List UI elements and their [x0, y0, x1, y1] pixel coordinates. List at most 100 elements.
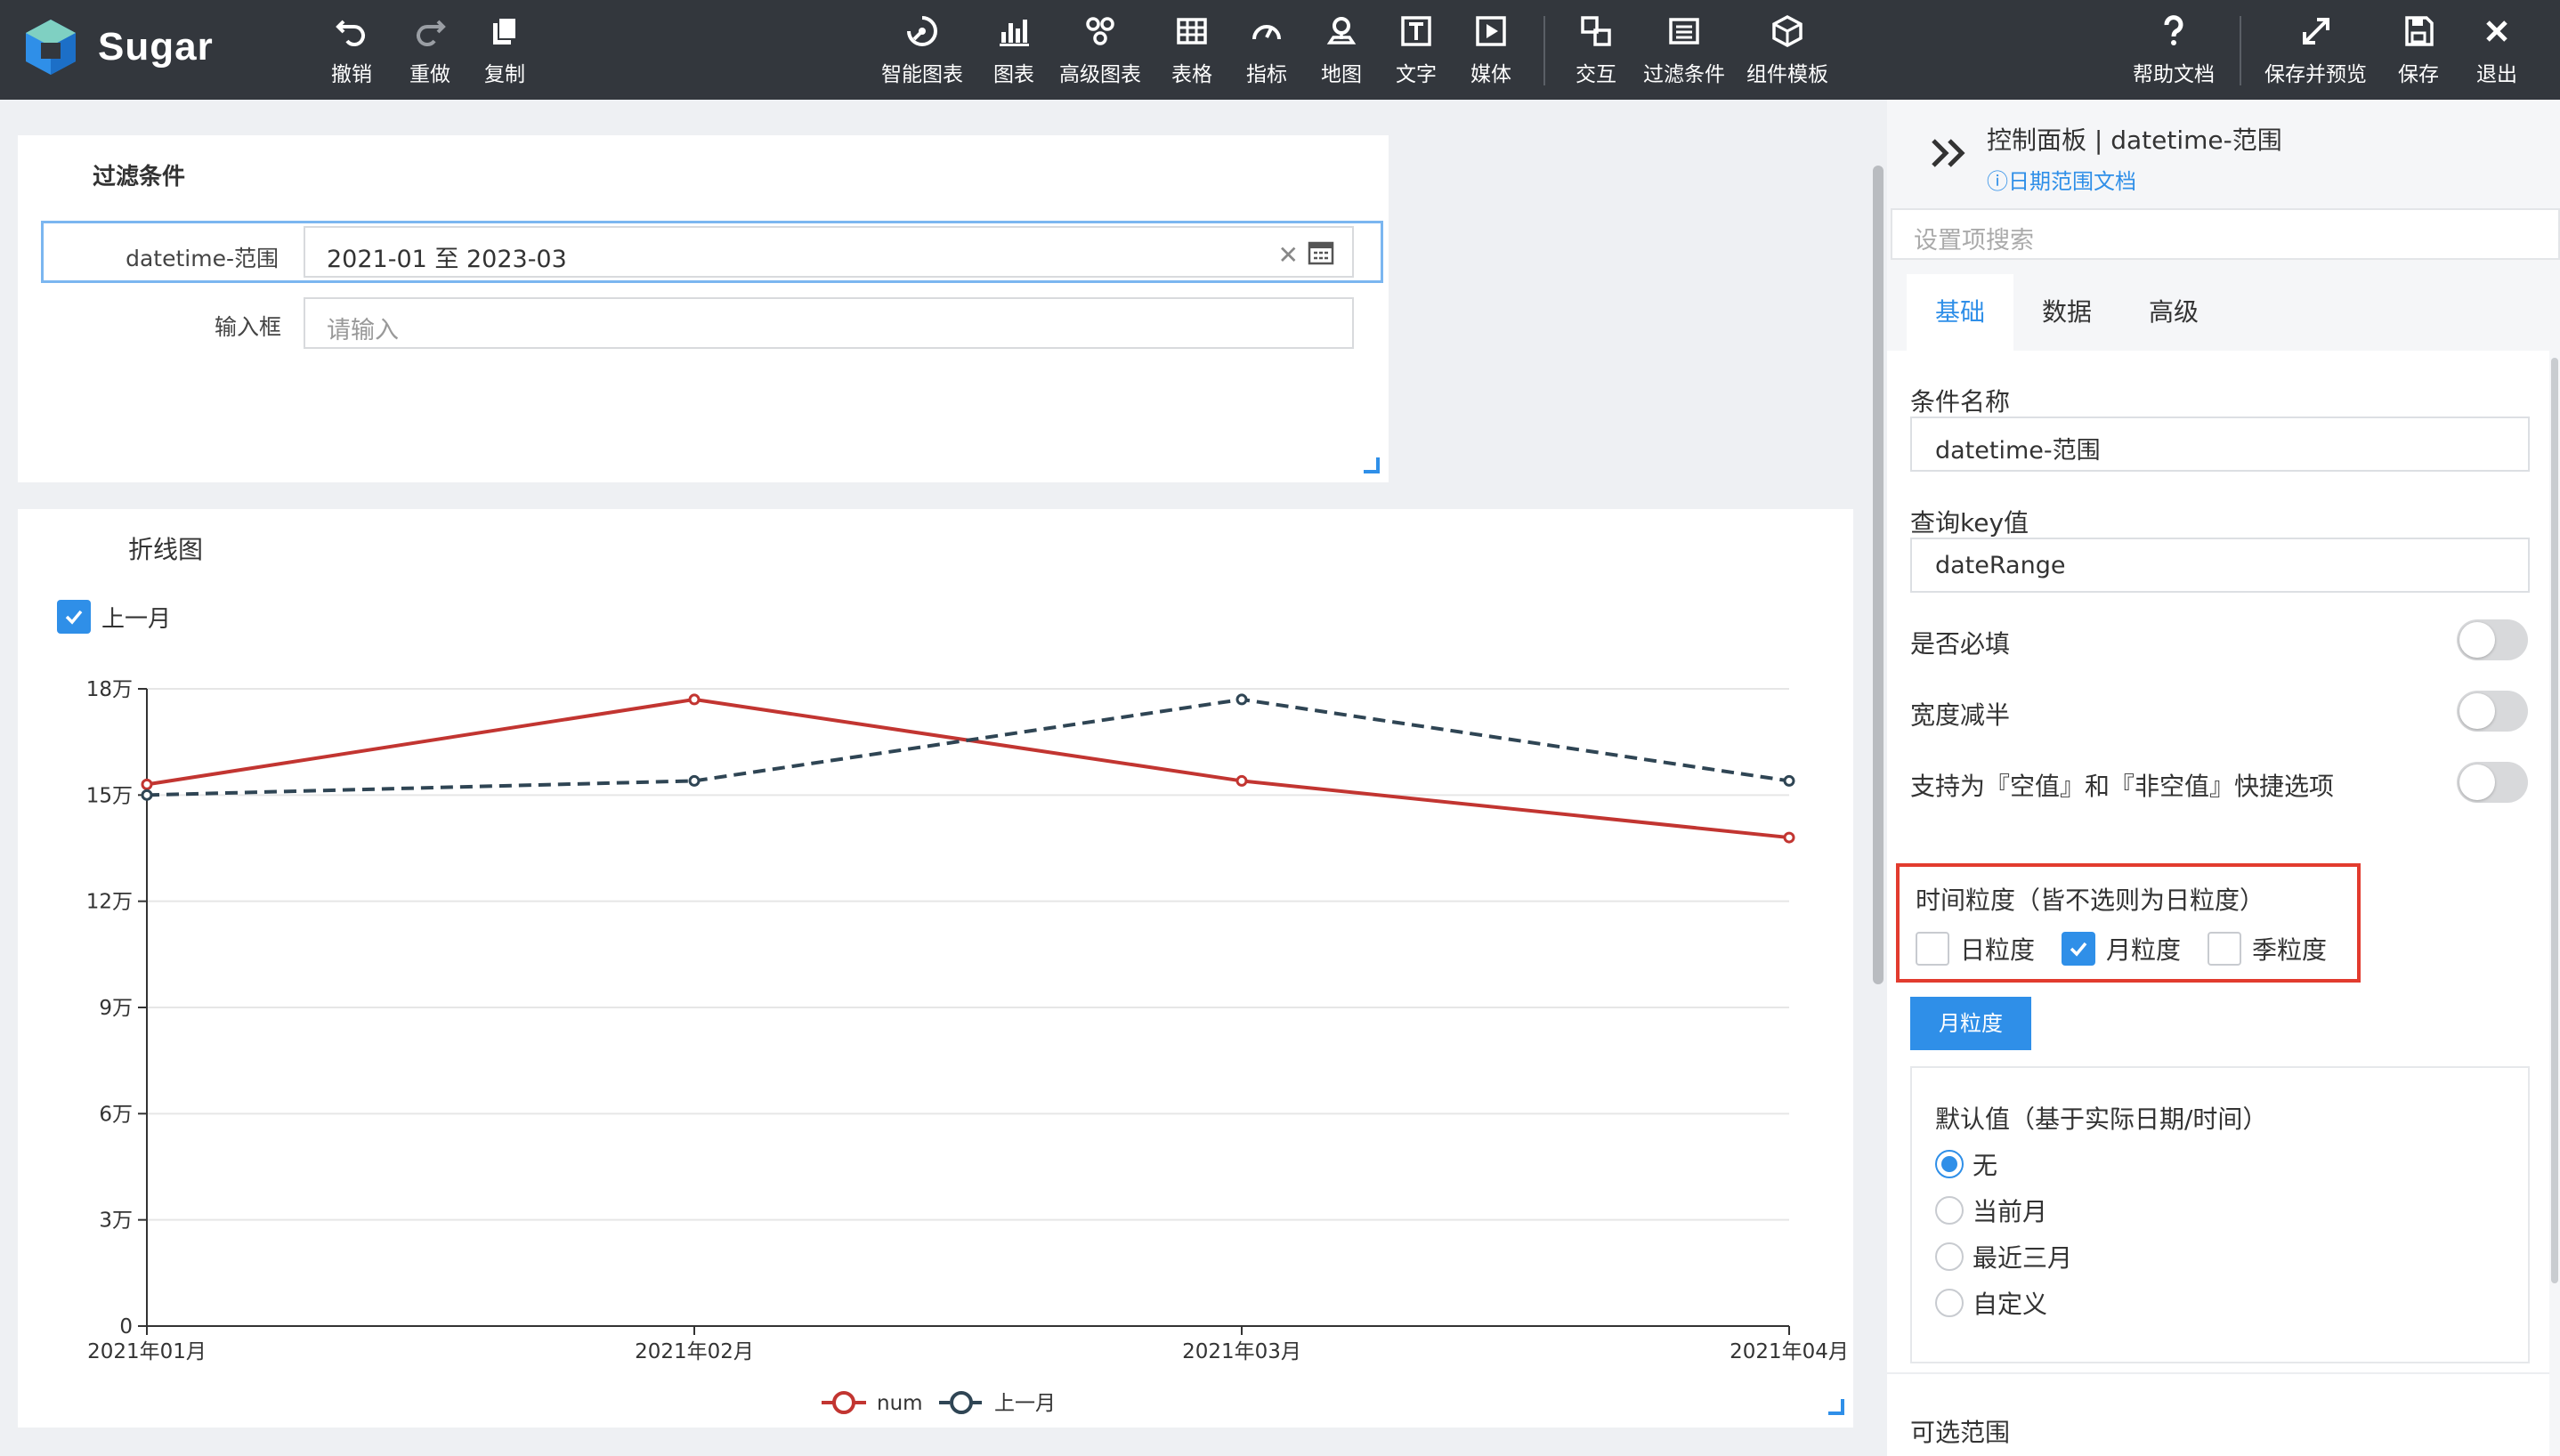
y-tick-label: 3万 [99, 1209, 133, 1233]
advanced-chart-button[interactable]: 高级图表 [1059, 11, 1141, 91]
redo-button[interactable]: 重做 [409, 11, 450, 91]
help-circle-icon: ⓘ [1987, 169, 2008, 194]
data-point [688, 774, 701, 787]
default-option-label: 最近三月 [1973, 1243, 2073, 1273]
granularity-day-option[interactable]: 日粒度 [1916, 931, 2035, 967]
clear-icon[interactable]: ✕ [1278, 240, 1299, 270]
text-icon [1401, 16, 1431, 46]
settings-search-input[interactable]: 设置项搜索 [1891, 208, 2560, 260]
smart-chart-label: 智能图表 [881, 63, 963, 86]
date-range-input[interactable]: 2021-01 至 2023-03 ✕ [304, 226, 1354, 278]
condition-name-input[interactable]: datetime-范围 [1910, 417, 2530, 472]
default-option-last-three-months[interactable]: 最近三月 [1935, 1239, 2072, 1274]
date-range-label: datetime-范围 [126, 246, 279, 271]
toolbar-divider [1543, 16, 1545, 85]
app-logo: Sugar [23, 18, 214, 77]
media-button[interactable]: 媒体 [1470, 11, 1511, 91]
component-template-button[interactable]: 组件模板 [1746, 11, 1828, 91]
double-chevron-right-icon[interactable] [1930, 135, 1967, 171]
radio-selected-icon [1935, 1150, 1964, 1178]
tab-basic[interactable]: 基础 [1907, 274, 2013, 351]
data-point [1783, 774, 1795, 787]
default-option-current-month[interactable]: 当前月 [1935, 1193, 2047, 1228]
text-input-row: 输入框 请输入 [41, 292, 1383, 354]
panel-splitter[interactable] [1873, 166, 1884, 984]
default-value-title: 默认值（基于实际日期/时间） [1935, 1104, 2268, 1134]
legend-marker [950, 1391, 973, 1414]
copy-label: 复制 [484, 63, 525, 86]
y-tick-label: 6万 [99, 1103, 133, 1126]
resize-handle[interactable] [1828, 1399, 1844, 1415]
indicator-button[interactable]: 指标 [1246, 11, 1287, 91]
range-label: 可选范围 [1910, 1418, 2011, 1447]
help-icon [2164, 15, 2183, 45]
resize-handle[interactable] [1364, 457, 1380, 473]
text-input-field[interactable]: 请输入 [304, 297, 1354, 349]
expand-icon [2302, 18, 2329, 44]
indicator-label: 指标 [1246, 63, 1287, 86]
line-chart: 0 3万 6万 9万 12万 15万 18万 2021年01月 2021年02月 2021年03月… [86, 678, 1849, 1415]
query-key-input[interactable]: dateRange [1910, 538, 2530, 593]
default-value-section: 默认值（基于实际日期/时间） 无 当前月 最近三月 自定义 [1910, 1066, 2530, 1363]
filter-card[interactable]: 过滤条件 datetime-范围 2021-01 至 2023-03 ✕ 输入框… [18, 135, 1389, 482]
query-key-label: 查询key值 [1910, 508, 2029, 538]
granularity-quarter-option[interactable]: 季粒度 [2208, 931, 2327, 967]
smart-chart-button[interactable]: 智能图表 [881, 11, 963, 91]
date-range-row[interactable]: datetime-范围 2021-01 至 2023-03 ✕ [41, 221, 1383, 283]
granularity-tag-button[interactable]: 月粒度 [1910, 997, 2031, 1050]
granularity-quarter-label: 季粒度 [2252, 935, 2328, 965]
save-preview-button[interactable]: 保存并预览 [2264, 11, 2367, 91]
panel-scrollbar[interactable] [2551, 358, 2558, 1283]
filter-button[interactable]: 过滤条件 [1643, 11, 1725, 91]
help-doc-button[interactable]: 帮助文档 [2133, 11, 2215, 91]
y-tick-label: 12万 [86, 891, 133, 914]
radio-unselected-icon [1935, 1242, 1964, 1271]
date-range-doc-link[interactable]: ⓘ日期范围文档 [1987, 164, 2136, 195]
default-option-label: 当前月 [1973, 1197, 2048, 1226]
table-button[interactable]: 表格 [1171, 11, 1212, 91]
settings-search-placeholder: 设置项搜索 [1914, 227, 2034, 255]
default-option-custom[interactable]: 自定义 [1935, 1285, 2047, 1321]
map-button[interactable]: 地图 [1321, 11, 1362, 91]
media-play-icon [1476, 16, 1506, 46]
empty-option-toggle[interactable] [2457, 762, 2528, 803]
line-chart-card[interactable]: 折线图 上一月 0 3万 6万 9万 12万 15万 18万 2021年01月 2021年02月… [18, 509, 1853, 1428]
required-toggle[interactable] [2457, 619, 2528, 660]
save-button[interactable]: 保存 [2398, 11, 2439, 91]
data-point [688, 693, 701, 706]
checkbox-unchecked-icon [2208, 932, 2241, 966]
tab-data[interactable]: 数据 [2013, 274, 2120, 351]
interaction-label: 交互 [1576, 63, 1616, 86]
redo-label: 重做 [409, 63, 450, 86]
sugar-logo-icon [26, 20, 76, 75]
panel-title: 控制面板 | datetime-范围 [1987, 125, 2282, 155]
interaction-button[interactable]: 交互 [1576, 11, 1616, 91]
component-template-label: 组件模板 [1746, 63, 1828, 86]
app-name: Sugar [98, 25, 214, 69]
copy-icon [493, 17, 517, 44]
granularity-month-option[interactable]: 月粒度 [2062, 931, 2181, 967]
condition-name-value: datetime-范围 [1935, 437, 2101, 465]
data-point [1235, 774, 1248, 787]
bar-chart-icon [1000, 20, 1029, 46]
legend-marker [832, 1391, 855, 1414]
text-button[interactable]: 文字 [1396, 11, 1437, 91]
copy-button[interactable]: 复制 [484, 11, 525, 91]
y-tick-label: 15万 [86, 784, 133, 807]
default-option-none[interactable]: 无 [1935, 1146, 1997, 1182]
doc-link-text: 日期范围文档 [2008, 169, 2136, 194]
panel-header: 控制面板 | datetime-范围 ⓘ日期范围文档 [1887, 100, 2560, 208]
exit-label: 退出 [2476, 63, 2517, 86]
map-label: 地图 [1321, 63, 1362, 86]
chart-button[interactable]: 图表 [993, 11, 1034, 91]
legend-label: 上一月 [994, 1392, 1056, 1415]
undo-button[interactable]: 撤销 [331, 11, 372, 91]
calendar-icon[interactable] [1308, 240, 1334, 265]
checkbox-checked-icon [2062, 932, 2095, 966]
half-width-toggle[interactable] [2457, 691, 2528, 732]
data-point [141, 789, 153, 801]
help-doc-label: 帮助文档 [2133, 63, 2215, 86]
tab-advanced[interactable]: 高级 [2120, 274, 2227, 351]
exit-button[interactable]: 退出 [2476, 11, 2517, 91]
radio-unselected-icon [1935, 1196, 1964, 1225]
